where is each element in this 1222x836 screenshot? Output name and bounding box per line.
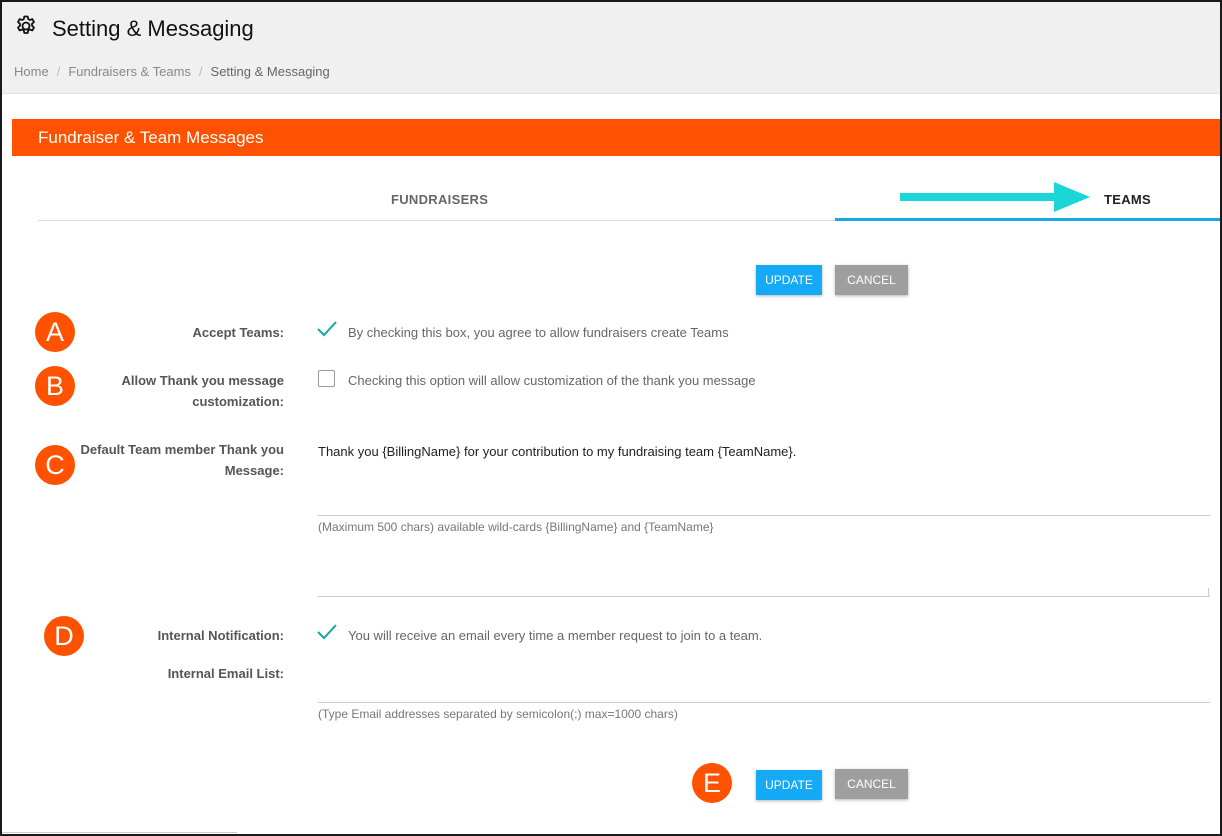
internal-notification-label: Internal Notification: bbox=[157, 628, 284, 643]
internal-email-input[interactable] bbox=[318, 702, 1210, 703]
allow-thank-you-checkbox[interactable] bbox=[318, 370, 335, 387]
accept-teams-label: Accept Teams: bbox=[192, 325, 284, 340]
annotation-badge-a: A bbox=[35, 312, 75, 352]
default-message-textarea[interactable]: Thank you {BillingName} for your contrib… bbox=[318, 444, 796, 459]
tab-fundraisers[interactable]: FUNDRAISERS bbox=[391, 192, 488, 207]
gear-icon bbox=[14, 14, 38, 43]
update-button-bottom[interactable]: UPDATE bbox=[756, 770, 822, 800]
page-title: Setting & Messaging bbox=[52, 15, 254, 41]
allow-thank-you-label: Allow Thank you message customization: bbox=[121, 370, 284, 412]
default-message-label: Default Team member Thank you Message: bbox=[81, 439, 284, 481]
resize-edge bbox=[1208, 588, 1209, 597]
default-message-label-line1: Default Team member Thank you bbox=[80, 442, 284, 457]
default-message-hint: (Maximum 500 chars) available wild-cards… bbox=[318, 520, 714, 534]
breadcrumb-separator: / bbox=[198, 64, 203, 79]
card-header: Fundraiser & Team Messages bbox=[12, 119, 1220, 156]
page-header: Setting & Messaging Home / Fundraisers &… bbox=[2, 2, 1220, 94]
arrow-right-icon bbox=[900, 182, 1090, 217]
annotation-badge-c: C bbox=[35, 445, 75, 485]
breadcrumb-separator: / bbox=[56, 64, 61, 79]
update-button-top[interactable]: UPDATE bbox=[756, 265, 822, 295]
check-icon[interactable] bbox=[316, 622, 338, 647]
breadcrumb-fundraisers-teams[interactable]: Fundraisers & Teams bbox=[68, 64, 191, 79]
allow-thank-you-label-line2: customization: bbox=[192, 394, 284, 409]
allow-thank-you-label-line1: Allow Thank you message bbox=[121, 373, 284, 388]
annotation-badge-e: E bbox=[692, 763, 732, 803]
tab-divider bbox=[38, 220, 835, 221]
internal-email-hint: (Type Email addresses separated by semic… bbox=[318, 707, 678, 721]
card-body bbox=[12, 156, 1220, 834]
breadcrumb-current: Setting & Messaging bbox=[210, 64, 330, 79]
tab-active-indicator bbox=[835, 218, 1220, 221]
cancel-button-bottom[interactable]: CANCEL bbox=[835, 769, 908, 799]
hint-box-underline bbox=[318, 596, 1210, 597]
check-icon[interactable] bbox=[316, 319, 338, 344]
internal-email-list-label: Internal Email List: bbox=[167, 666, 284, 681]
breadcrumb: Home / Fundraisers & Teams / Setting & M… bbox=[14, 64, 330, 79]
tab-teams[interactable]: TEAMS bbox=[1104, 192, 1151, 207]
annotation-badge-d: D bbox=[44, 616, 84, 656]
cancel-button-top[interactable]: CANCEL bbox=[835, 265, 908, 295]
allow-thank-you-description: Checking this option will allow customiz… bbox=[348, 373, 756, 388]
accept-teams-description: By checking this box, you agree to allow… bbox=[348, 325, 729, 340]
title-row: Setting & Messaging bbox=[14, 14, 254, 43]
app-frame: Setting & Messaging Home / Fundraisers &… bbox=[0, 0, 1222, 836]
default-message-label-line2: Message: bbox=[224, 463, 284, 478]
breadcrumb-home[interactable]: Home bbox=[14, 64, 49, 79]
annotation-badge-b: B bbox=[35, 366, 75, 406]
default-message-underline bbox=[318, 515, 1210, 516]
footer-divider bbox=[2, 832, 237, 833]
internal-notification-description: You will receive an email every time a m… bbox=[348, 628, 763, 643]
